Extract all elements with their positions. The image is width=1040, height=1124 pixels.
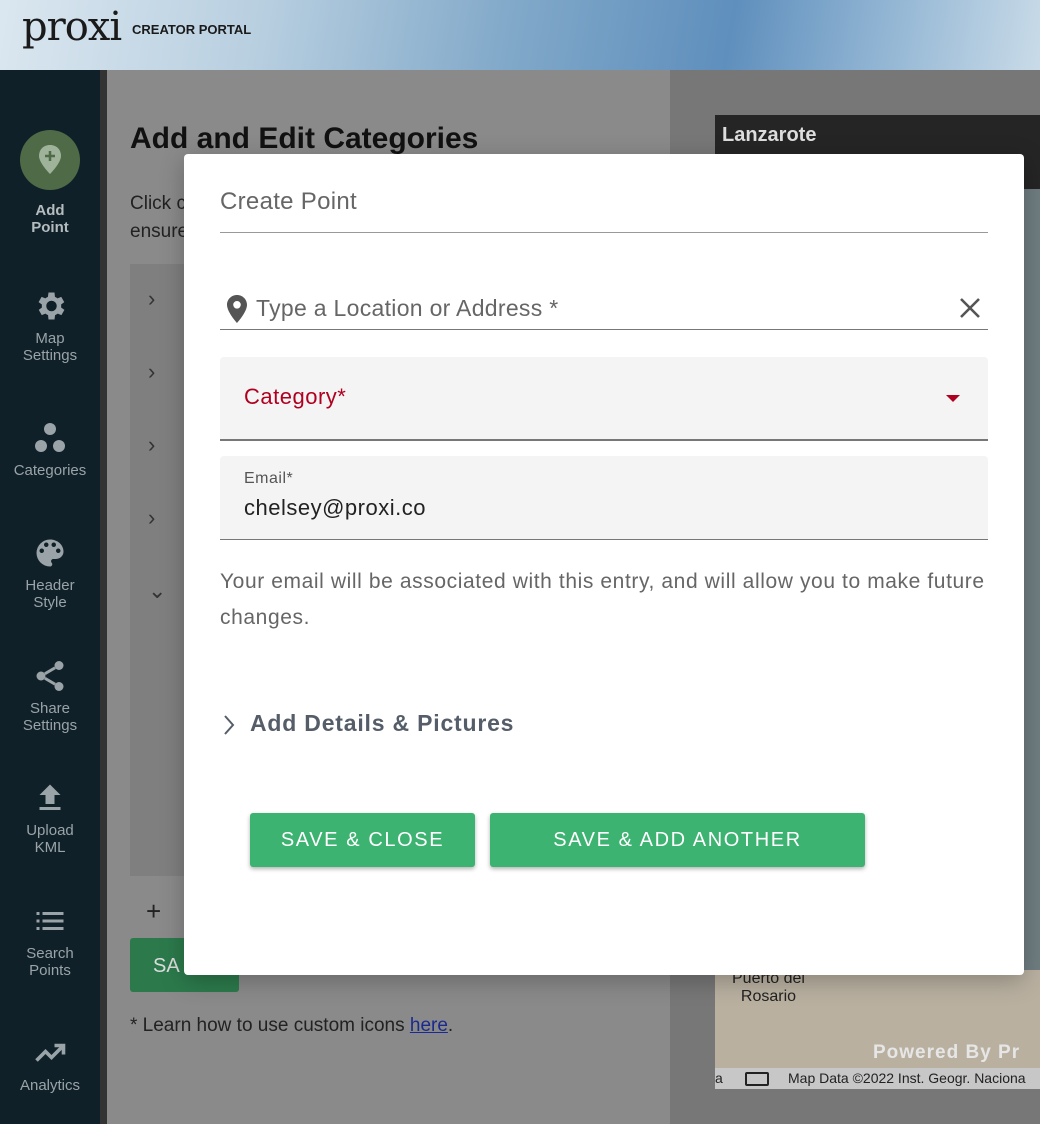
- keyboard-icon[interactable]: [745, 1072, 769, 1086]
- email-helper-text: Your email will be associated with this …: [220, 570, 985, 629]
- gear-icon: [38, 292, 65, 320]
- location-placeholder: Type a Location or Address *: [256, 295, 559, 321]
- map-place-label: Puerto del Rosario: [732, 970, 805, 1006]
- sidebar-item-add-point[interactable]: Add Point: [0, 130, 100, 236]
- logo[interactable]: proxi: [22, 4, 122, 50]
- location-input[interactable]: Type a Location or Address *: [220, 290, 988, 330]
- sidebar-item-categories[interactable]: Categories: [0, 420, 100, 479]
- email-field[interactable]: Email* chelsey@proxi.co: [220, 456, 988, 540]
- category-list: [130, 264, 190, 876]
- app-header: proxi CREATOR PORTAL: [0, 0, 1040, 70]
- sidebar-item-label: Upload: [26, 822, 74, 839]
- close-icon[interactable]: [958, 296, 982, 320]
- sidebar-item-analytics[interactable]: Analytics: [0, 1035, 100, 1094]
- email-value: chelsey@proxi.co: [244, 495, 426, 520]
- page-title: Add and Edit Categories: [130, 122, 479, 155]
- sidebar-item-label: Analytics: [19, 1077, 81, 1094]
- upload-icon: [39, 784, 61, 810]
- sidebar-item-label: KML: [34, 839, 66, 856]
- add-details-label: Add Details & Pictures: [250, 710, 515, 736]
- sidebar-item-label: Share: [29, 700, 71, 717]
- instructions-line: Click c: [130, 193, 186, 214]
- palette-icon: [36, 539, 64, 567]
- powered-by-label: Powered By Pr: [873, 1042, 1021, 1063]
- email-label: Email*: [244, 470, 294, 487]
- location-pin-icon: [227, 295, 247, 323]
- sidebar-item-search-points[interactable]: Search Points: [0, 903, 100, 979]
- category-select[interactable]: Category*: [220, 357, 988, 441]
- sidebar-divider: [100, 70, 107, 1124]
- sidebar-item-upload-kml[interactable]: Upload KML: [0, 780, 100, 856]
- dialog-title: Create Point: [220, 188, 358, 215]
- instructions-line: ensure: [130, 221, 189, 242]
- sidebar-item-label: Add: [35, 202, 65, 219]
- chevron-right-icon[interactable]: ›: [148, 286, 155, 312]
- title-divider: [220, 232, 988, 233]
- sidebar-item-label: Map: [35, 330, 65, 347]
- chevron-right-icon[interactable]: ›: [148, 505, 155, 531]
- instructions-text: Click c ensure: [130, 190, 188, 246]
- sidebar-item-label: Search: [26, 945, 74, 962]
- help-text-end: .: [447, 1015, 454, 1036]
- trending-up-icon: [35, 1043, 66, 1062]
- create-point-dialog: Create Point Type a Location or Address …: [184, 154, 1024, 975]
- chevron-right-icon[interactable]: ›: [148, 432, 155, 458]
- sidebar-item-label: Point: [31, 219, 69, 236]
- save-close-button[interactable]: SAVE & CLOSE: [250, 813, 475, 867]
- help-link[interactable]: here: [410, 1015, 448, 1036]
- dropdown-arrow-icon: [946, 395, 960, 402]
- sidebar-item-share-settings[interactable]: Share Settings: [0, 658, 100, 734]
- add-location-icon: [20, 130, 80, 190]
- map-title: Lanzarote: [722, 124, 817, 146]
- save-add-another-button[interactable]: SAVE & ADD ANOTHER: [490, 813, 865, 867]
- map-footer-a: a: [715, 1070, 723, 1086]
- sidebar-item-label: Settings: [22, 717, 78, 734]
- chevron-right-icon: [224, 715, 235, 735]
- add-category-button[interactable]: +: [146, 896, 161, 927]
- sidebar-item-label: Style: [33, 594, 67, 611]
- map-place-line: Rosario: [740, 988, 797, 1005]
- sidebar-item-map-settings[interactable]: Map Settings: [0, 288, 100, 364]
- help-text: * Learn how to use custom icons: [130, 1015, 410, 1036]
- category-label: Category*: [244, 384, 347, 409]
- chevron-right-icon[interactable]: ›: [148, 359, 155, 385]
- share-icon: [36, 661, 64, 691]
- portal-subtitle: CREATOR PORTAL: [132, 22, 252, 37]
- categories-icon: [35, 423, 65, 452]
- sidebar-item-header-style[interactable]: Header Style: [0, 535, 100, 611]
- list-icon: [36, 912, 64, 930]
- custom-icons-help: * Learn how to use custom icons here.: [130, 1015, 453, 1037]
- sidebar-item-label: Categories: [13, 462, 87, 479]
- sidebar-item-label: Header: [25, 577, 75, 594]
- sidebar-item-label: Points: [29, 962, 71, 979]
- chevron-down-icon[interactable]: ⌄: [148, 578, 166, 604]
- sidebar-item-label: Settings: [22, 347, 78, 364]
